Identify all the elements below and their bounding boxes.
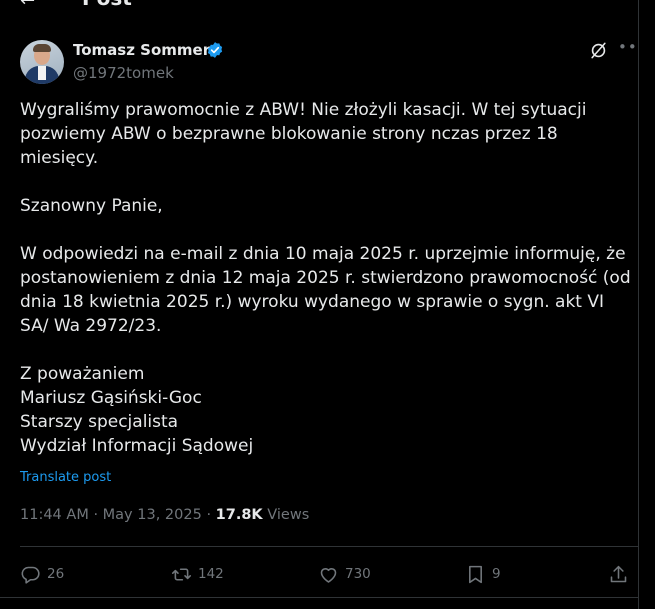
post-date[interactable]: May 13, 2025 [103, 507, 202, 523]
signature-line: Wydział Informacji Sądowej [20, 436, 254, 456]
post-text: Wygraliśmy prawomocnie z ABW! Nie złożyl… [20, 98, 635, 458]
grok-icon[interactable] [589, 41, 608, 60]
repost-button[interactable]: 142 [171, 560, 224, 588]
share-icon [610, 565, 627, 582]
like-icon [320, 567, 337, 583]
top-bar: ← Post [0, 0, 638, 16]
translate-post-link[interactable]: Translate post [20, 470, 111, 485]
views-count: 17.8K [215, 507, 263, 523]
author-handle[interactable]: @1972tomek [73, 64, 174, 82]
bookmark-icon [469, 565, 482, 583]
signature-line: Mariusz Gąsiński-Goc [20, 388, 202, 408]
action-bar: 26 142 730 9 [20, 560, 632, 588]
verified-badge-icon [207, 42, 223, 58]
reply-count: 26 [47, 566, 65, 582]
author-name[interactable]: Tomasz Sommer [73, 41, 210, 59]
post-paragraph: W odpowiedzi na e-mail z dnia 10 maja 20… [20, 244, 631, 336]
back-arrow-icon[interactable]: ← [20, 0, 35, 11]
signature-line: Starszy specjalista [20, 412, 179, 432]
like-button[interactable]: 730 [318, 560, 371, 588]
reply-button[interactable]: 26 [20, 560, 64, 588]
page-title: Post [82, 0, 132, 10]
post-time[interactable]: 11:44 AM [20, 507, 89, 523]
divider [0, 597, 638, 598]
repost-count: 142 [198, 566, 224, 582]
post-paragraph: Szanowny Panie, [20, 196, 163, 216]
bookmark-count: 9 [492, 566, 501, 582]
reply-icon [21, 566, 40, 584]
like-count: 730 [345, 566, 371, 582]
signature-line: Z poważaniem [20, 364, 145, 384]
share-button[interactable] [608, 560, 635, 588]
views-label: Views [267, 507, 310, 523]
scrollbar[interactable] [639, 0, 655, 609]
divider [20, 546, 638, 547]
post-meta: 11:44 AM · May 13, 2025 · 17.8K Views [20, 507, 310, 523]
bookmark-button[interactable]: 9 [465, 560, 501, 588]
post-column: ← Post Tomasz Sommer @1972tomek ••• Wygr… [0, 0, 647, 609]
repost-icon [171, 567, 192, 581]
avatar[interactable] [20, 40, 64, 84]
post-paragraph: Wygraliśmy prawomocnie z ABW! Nie złożyl… [20, 100, 587, 168]
